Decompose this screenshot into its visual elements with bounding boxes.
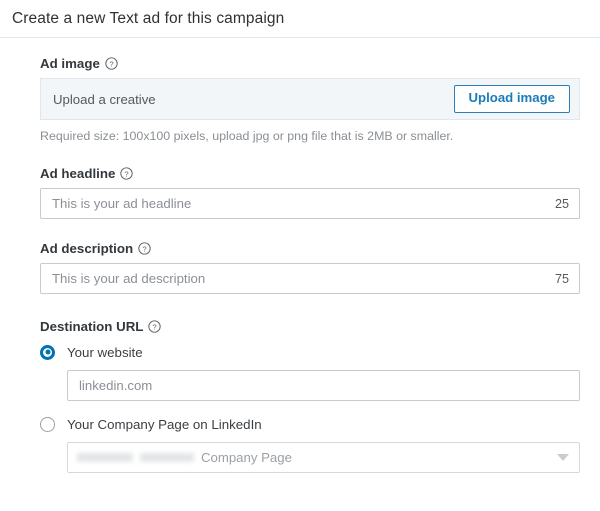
ad-headline-char-counter: 25 (554, 196, 569, 211)
company-page-select-wrapper: Company Page (67, 442, 580, 473)
radio-row-your-website[interactable]: Your website (40, 341, 580, 363)
upload-creative-row: Upload a creative Upload image (40, 78, 580, 120)
help-circle-icon[interactable]: ? (148, 320, 162, 333)
company-page-select-text: Company Page (201, 450, 292, 465)
ad-description-label: Ad description (40, 241, 134, 256)
ad-image-field: Ad image ? Upload a creative Upload imag… (40, 56, 580, 143)
upload-image-button[interactable]: Upload image (453, 85, 570, 113)
website-url-value: linkedin.com (79, 378, 153, 393)
ad-image-label-row: Ad image ? (40, 56, 580, 71)
create-text-ad-panel: Create a new Text ad for this campaign A… (0, 0, 600, 511)
company-page-select[interactable]: Company Page (67, 442, 580, 473)
radio-company-page[interactable] (40, 416, 55, 432)
chevron-down-icon[interactable] (557, 454, 569, 461)
ad-image-label: Ad image (40, 56, 100, 71)
radio-your-website[interactable] (40, 344, 55, 360)
radio-row-company-page[interactable]: Your Company Page on LinkedIn (40, 413, 580, 435)
website-url-input[interactable]: linkedin.com (67, 370, 580, 401)
svg-text:?: ? (153, 322, 157, 331)
ad-description-input[interactable]: This is your ad description 75 (40, 263, 580, 294)
radio-label-your-website: Your website (67, 344, 143, 360)
help-circle-icon[interactable]: ? (120, 167, 134, 180)
destination-url-label-row: Destination URL ? (40, 319, 580, 334)
ad-description-field: Ad description ? This is your ad descrip… (40, 241, 580, 294)
destination-url-label: Destination URL (40, 319, 144, 334)
ad-description-label-row: Ad description ? (40, 241, 580, 256)
redacted-company-name (77, 453, 194, 462)
ad-description-char-counter: 75 (554, 271, 569, 286)
company-page-select-value: Company Page (77, 450, 292, 465)
website-url-wrapper: linkedin.com (67, 370, 580, 401)
help-circle-icon[interactable]: ? (138, 242, 151, 255)
svg-text:?: ? (142, 244, 146, 253)
upload-creative-text: Upload a creative (53, 91, 156, 107)
radio-label-company-page: Your Company Page on LinkedIn (67, 416, 262, 432)
ad-headline-label: Ad headline (40, 166, 116, 181)
panel-header: Create a new Text ad for this campaign (0, 0, 600, 38)
ad-headline-input[interactable]: This is your ad headline 25 (40, 188, 580, 219)
ad-image-helper-text: Required size: 100x100 pixels, upload jp… (40, 129, 454, 143)
ad-description-placeholder: This is your ad description (52, 271, 206, 286)
ad-headline-field: Ad headline ? This is your ad headline 2… (40, 166, 580, 219)
svg-text:?: ? (109, 59, 113, 68)
ad-headline-placeholder: This is your ad headline (52, 196, 192, 211)
page-title: Create a new Text ad for this campaign (12, 9, 285, 27)
ad-headline-label-row: Ad headline ? (40, 166, 580, 181)
form-body: Ad image ? Upload a creative Upload imag… (0, 38, 600, 473)
destination-url-field: Destination URL ? Your website linkedin.… (40, 319, 580, 473)
svg-text:?: ? (125, 169, 129, 178)
help-circle-icon[interactable]: ? (105, 57, 118, 70)
